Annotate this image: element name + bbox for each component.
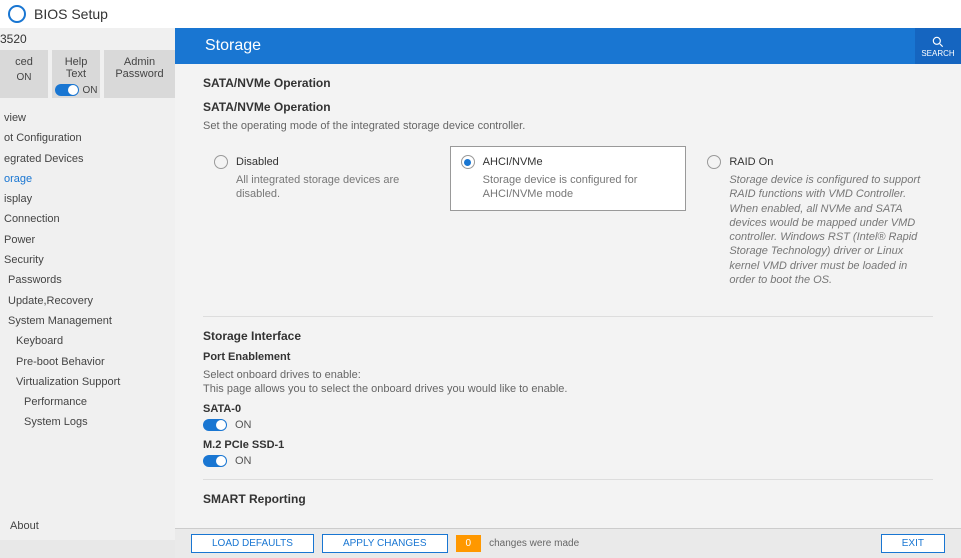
radio-icon: [707, 155, 721, 169]
port-toggle-row: ON: [203, 419, 933, 431]
radio-label: RAID On: [729, 156, 773, 168]
toggle-icon[interactable]: [203, 455, 227, 467]
radio-option[interactable]: RAID On Storage device is configured to s…: [696, 146, 933, 296]
toggle-icon[interactable]: [203, 419, 227, 431]
storage-interface-title: Storage Interface: [203, 329, 933, 343]
nav-item[interactable]: view: [0, 108, 175, 128]
toggle-state: ON: [235, 455, 252, 467]
search-icon: [931, 35, 945, 49]
search-label: SEARCH: [921, 49, 954, 58]
nav-item[interactable]: Performance: [0, 392, 175, 412]
nav-item[interactable]: Virtualization Support: [0, 372, 175, 392]
radio-label: Disabled: [236, 156, 279, 168]
nav-item[interactable]: Pre-boot Behavior: [0, 352, 175, 372]
tile-advanced[interactable]: ced ON: [0, 50, 48, 98]
nav-item[interactable]: isplay: [0, 189, 175, 209]
tile-label: ced: [15, 56, 33, 68]
tile-state: ON: [17, 72, 32, 83]
smart-reporting-title: SMART Reporting: [203, 492, 933, 506]
nav-item[interactable]: Security: [0, 250, 175, 270]
nav-item[interactable]: egrated Devices: [0, 149, 175, 169]
exit-button[interactable]: EXIT: [881, 534, 945, 553]
apply-changes-button[interactable]: APPLY CHANGES: [322, 534, 448, 553]
nav-tree: viewot Configurationegrated Devicesorage…: [0, 108, 175, 433]
nav-item[interactable]: Passwords: [0, 270, 175, 290]
radio-desc: Storage device is configured to support …: [707, 173, 922, 287]
about-link[interactable]: About: [10, 520, 39, 532]
port-desc-1: Select onboard drives to enable:: [203, 369, 933, 381]
nav-item[interactable]: Keyboard: [0, 331, 175, 351]
toggle-icon[interactable]: [55, 84, 79, 96]
radio-desc: Storage device is configured for AHCI/NV…: [461, 173, 676, 202]
nav-item[interactable]: Power: [0, 230, 175, 250]
footer-bar: LOAD DEFAULTS APPLY CHANGES 0 changes we…: [175, 528, 961, 558]
divider: [203, 316, 933, 317]
nav-item[interactable]: ot Configuration: [0, 128, 175, 148]
top-tiles: ced ON Help Text ON Admin Password: [0, 48, 175, 102]
tile-state: ON: [55, 84, 98, 96]
brand-logo-icon: [8, 5, 26, 23]
nav-item[interactable]: System Management: [0, 311, 175, 331]
load-defaults-button[interactable]: LOAD DEFAULTS: [191, 534, 314, 553]
port-enablement-title: Port Enablement: [203, 351, 933, 363]
changes-note: changes were made: [489, 538, 579, 549]
toggle-state: ON: [235, 419, 252, 431]
radio-desc: All integrated storage devices are disab…: [214, 173, 429, 202]
nav-item[interactable]: Update,Recovery: [0, 291, 175, 311]
divider: [203, 479, 933, 480]
radio-label: AHCI/NVMe: [483, 156, 543, 168]
sata-mode-options: Disabled All integrated storage devices a…: [203, 146, 933, 296]
radio-option[interactable]: AHCI/NVMe Storage device is configured fo…: [450, 146, 687, 211]
nav-item[interactable]: Connection: [0, 209, 175, 229]
nav-item[interactable]: orage: [0, 169, 175, 189]
tile-label: Admin Password: [108, 56, 171, 80]
content-scroll[interactable]: SATA/NVMe Operation SATA/NVMe Operation …: [175, 64, 961, 528]
main-panel: Storage SEARCH SATA/NVMe Operation SATA/…: [175, 28, 961, 558]
port-toggle-row: ON: [203, 455, 933, 467]
tile-admin-password[interactable]: Admin Password: [104, 50, 175, 98]
page-header: Storage SEARCH: [175, 28, 961, 64]
section-subtitle: SATA/NVMe Operation: [203, 100, 933, 114]
tile-label: Help Text: [56, 56, 96, 80]
radio-icon: [461, 155, 475, 169]
port-label: M.2 PCIe SSD-1: [203, 439, 933, 451]
port-desc-2: This page allows you to select the onboa…: [203, 383, 933, 395]
model-number: 3520: [0, 28, 175, 48]
section-title: SATA/NVMe Operation: [203, 76, 933, 90]
radio-icon: [214, 155, 228, 169]
title-bar: BIOS Setup: [0, 0, 961, 28]
search-button[interactable]: SEARCH: [915, 28, 961, 64]
nav-item[interactable]: System Logs: [0, 412, 175, 432]
tile-help-text[interactable]: Help Text ON: [52, 50, 100, 98]
page-title: Storage: [205, 37, 261, 55]
section-desc: Set the operating mode of the integrated…: [203, 120, 933, 132]
radio-option[interactable]: Disabled All integrated storage devices a…: [203, 146, 440, 211]
app-title: BIOS Setup: [34, 6, 108, 22]
sidebar: 3520 ced ON Help Text ON Admin Password …: [0, 28, 175, 540]
changes-count-badge: 0: [456, 535, 482, 552]
port-label: SATA-0: [203, 403, 933, 415]
